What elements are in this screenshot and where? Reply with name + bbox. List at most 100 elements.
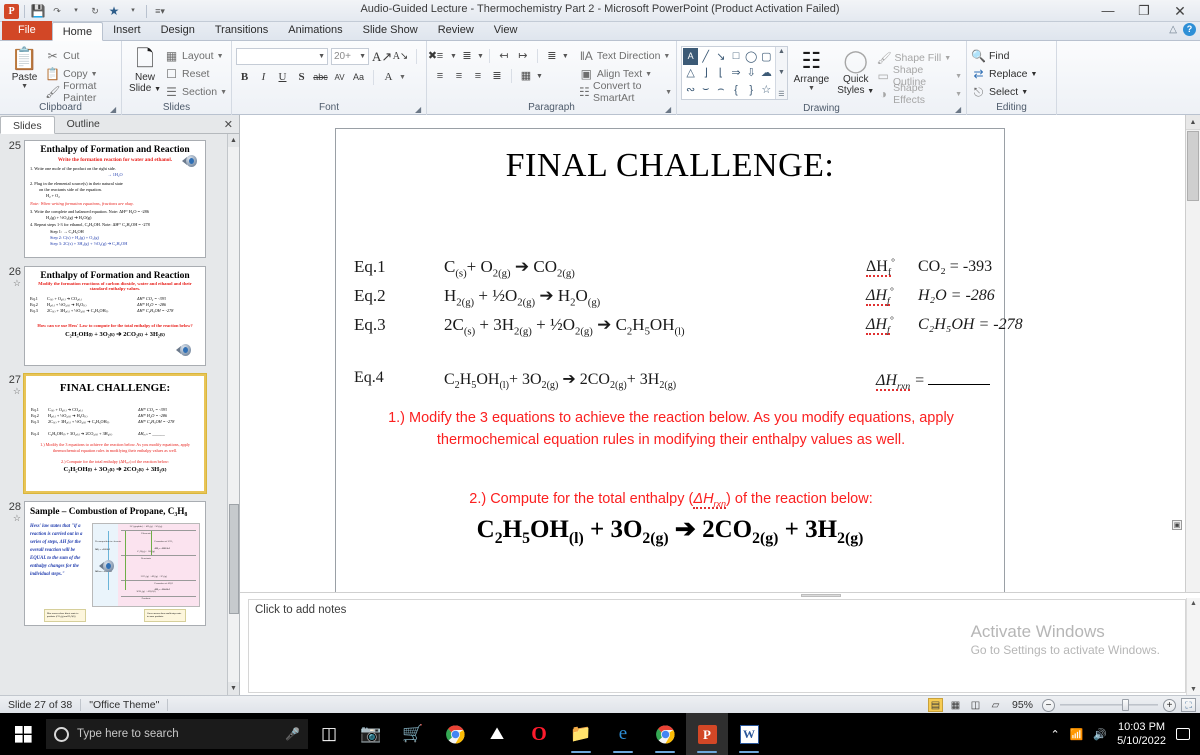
tab-slides[interactable]: Slides [0,116,55,134]
zoom-out-button[interactable]: − [1042,698,1055,712]
strikethrough-button[interactable]: abc [312,69,329,86]
redo-icon[interactable]: ↻ [87,3,103,19]
cut-button[interactable]: ✂ Cut [45,47,117,65]
tab-design[interactable]: Design [151,21,205,40]
notes-pane[interactable]: Click to add notes ▲ ▼ Activate Windows … [240,592,1200,695]
new-slide-caret-icon[interactable]: ▼ [154,86,161,93]
slide-thumbnail-25[interactable]: Enthalpy of Formation and Reaction Write… [24,140,206,258]
shape-effects-button[interactable]: ◑ Shape Effects ▼ [877,82,962,106]
line-spacing-icon[interactable]: ≣ [543,48,561,64]
slide-show-icon[interactable]: ▱ [988,698,1003,712]
shape-cloud-icon[interactable]: ☁ [759,65,774,82]
character-spacing-button[interactable]: AV [331,69,348,86]
reset-button[interactable]: ☐ Reset [164,65,227,83]
list-item[interactable]: 25 Enthalpy of Formation and Reaction Wr… [4,140,239,258]
font-color-button[interactable]: A [380,69,397,86]
shape-rectangle-icon[interactable]: □ [728,48,743,65]
line-spacing-caret-icon[interactable]: ▼ [562,53,569,60]
list-item[interactable]: 28 ☆ Sample – Combustion of Propane, C₃H… [4,501,239,626]
chrome-profile-icon[interactable] [644,713,686,755]
paste-button[interactable]: 📋 Paste ▼ [4,44,45,90]
shape-outline-caret-icon[interactable]: ▼ [955,73,962,80]
gallery-scroll-down-icon[interactable]: ▼ [778,69,785,76]
font-name-caret-icon[interactable]: ▼ [318,53,325,60]
shrink-font-icon[interactable]: A↘ [392,48,409,65]
increase-indent-icon[interactable]: ↦ [514,48,532,64]
bullets-caret-icon[interactable]: ▼ [450,53,457,60]
gallery-scroll-up-icon[interactable]: ▲ [778,48,785,55]
layout-caret-icon[interactable]: ▼ [217,53,224,60]
powerpoint-icon[interactable]: P [686,713,728,755]
columns-caret-icon[interactable]: ▼ [536,73,543,80]
quick-styles-button[interactable]: ◯ Quick Styles ▼ [835,46,877,97]
text-shadow-button[interactable]: S [293,69,310,86]
new-slide-button[interactable]: 🗋 New Slide ▼ [126,44,164,95]
question-2[interactable]: 2.) Compute for the total enthalpy (ΔHrx… [348,491,994,509]
save-icon[interactable]: 💾 [30,3,46,19]
shape-effects-caret-icon[interactable]: ▼ [955,91,962,98]
zoom-slider-knob[interactable] [1122,699,1129,711]
text-direction-button[interactable]: ‖A Text Direction ▼ [579,47,672,65]
list-item[interactable]: 26 ☆ Enthalpy of Formation and Reaction … [4,266,239,366]
final-reaction-equation[interactable]: C2H5OH(l) + 3O2(g) ➔ 2CO2(g) + 3H2(g) [336,514,1004,548]
close-panel-icon[interactable]: ✕ [224,118,233,131]
undo-dropdown-icon[interactable]: ▾ [68,3,84,19]
shape-star-icon[interactable]: ☆ [759,81,774,98]
notes-scroll-down-icon[interactable]: ▼ [1187,686,1200,693]
format-painter-button[interactable]: 🖌 Format Painter [45,80,117,104]
italic-button[interactable]: I [255,69,272,86]
select-caret-icon[interactable]: ▼ [1021,89,1028,96]
bullets-icon[interactable]: ≡ [431,48,449,64]
tab-view[interactable]: View [484,21,528,40]
numbering-icon[interactable]: ≣ [458,48,476,64]
font-size-caret-icon[interactable]: ▼ [359,53,366,60]
notes-scrollbar[interactable]: ▲ ▼ [1186,598,1200,695]
font-color-caret-icon[interactable]: ▼ [399,74,406,81]
star-icon[interactable]: ★ [106,3,122,19]
layout-button[interactable]: ▦ Layout ▼ [164,47,227,65]
tab-animations[interactable]: Animations [278,21,352,40]
tab-transitions[interactable]: Transitions [205,21,278,40]
shape-left-brace-icon[interactable]: { [728,81,743,98]
photos-icon[interactable]: ⛰ [476,713,518,755]
slide-sorter-icon[interactable]: ▦ [948,698,963,712]
slide-thumbnail-26[interactable]: Enthalpy of Formation and Reaction Modif… [24,266,206,366]
word-icon[interactable]: W [728,713,770,755]
tab-file[interactable]: File [2,21,52,40]
tab-review[interactable]: Review [428,21,484,40]
list-item[interactable]: 27 ☆ FINAL CHALLENGE: Eq.1 Eq.2 Eq.3 C₍ₛ… [4,373,239,494]
collapse-ribbon-icon[interactable]: △ [1169,24,1177,35]
shape-elbow-arrow-icon[interactable]: ⌊ [713,65,728,82]
align-right-icon[interactable]: ≡ [469,68,487,84]
chrome-icon[interactable] [434,713,476,755]
paste-options-icon[interactable]: ▣ [1172,520,1182,530]
restore-button[interactable]: ❐ [1126,1,1162,21]
equations-block[interactable]: Eq.1 C(s)+ O2(g) ➔ CO2(g) Eq.2 H2(g) + ½… [354,257,685,344]
grow-font-icon[interactable]: A↗ [372,48,392,65]
equation-4-block[interactable]: Eq.4 C2H5OH(l)+ 3O2(g) ➔ 2CO2(g)+ 3H2(g) [354,369,676,391]
replace-caret-icon[interactable]: ▼ [1031,71,1038,78]
underline-button[interactable]: U [274,69,291,86]
shape-arc-icon[interactable]: ⌢ [713,81,728,98]
arrange-button[interactable]: ☷ Arrange ▼ [788,46,835,92]
shape-textbox-icon[interactable]: A [683,48,699,65]
shape-down-arrow-icon[interactable]: ⇩ [744,65,759,82]
shape-elbow-icon[interactable]: ⌋ [698,65,713,82]
font-size-input[interactable]: 20+ ▼ [331,48,369,65]
shape-rounded-rect-icon[interactable]: ▢ [759,48,774,65]
enthalpy-column[interactable]: ΔHf° CO₂ = -393 ΔHf° H₂O = -286 ΔHf° C₂H… [866,257,1023,344]
paragraph-dialog-launcher[interactable]: ◢ [665,105,674,114]
show-hidden-icons[interactable]: ⌃ [1050,728,1059,741]
arrange-caret-icon[interactable]: ▼ [808,85,815,92]
tab-slide-show[interactable]: Slide Show [353,21,428,40]
action-center-icon[interactable] [1176,728,1190,740]
clock[interactable]: 10:03 PM 5/10/2022 [1117,720,1166,748]
section-caret-icon[interactable]: ▼ [220,89,227,96]
copy-caret-icon[interactable]: ▼ [91,71,98,78]
scroll-up-icon[interactable]: ▲ [1186,115,1200,130]
shape-fill-caret-icon[interactable]: ▼ [944,55,951,62]
fit-slide-icon[interactable]: ⛶ [1181,698,1196,712]
justify-icon[interactable]: ≣ [488,68,506,84]
edge-icon[interactable]: e [602,713,644,755]
minimize-button[interactable]: — [1090,1,1126,21]
